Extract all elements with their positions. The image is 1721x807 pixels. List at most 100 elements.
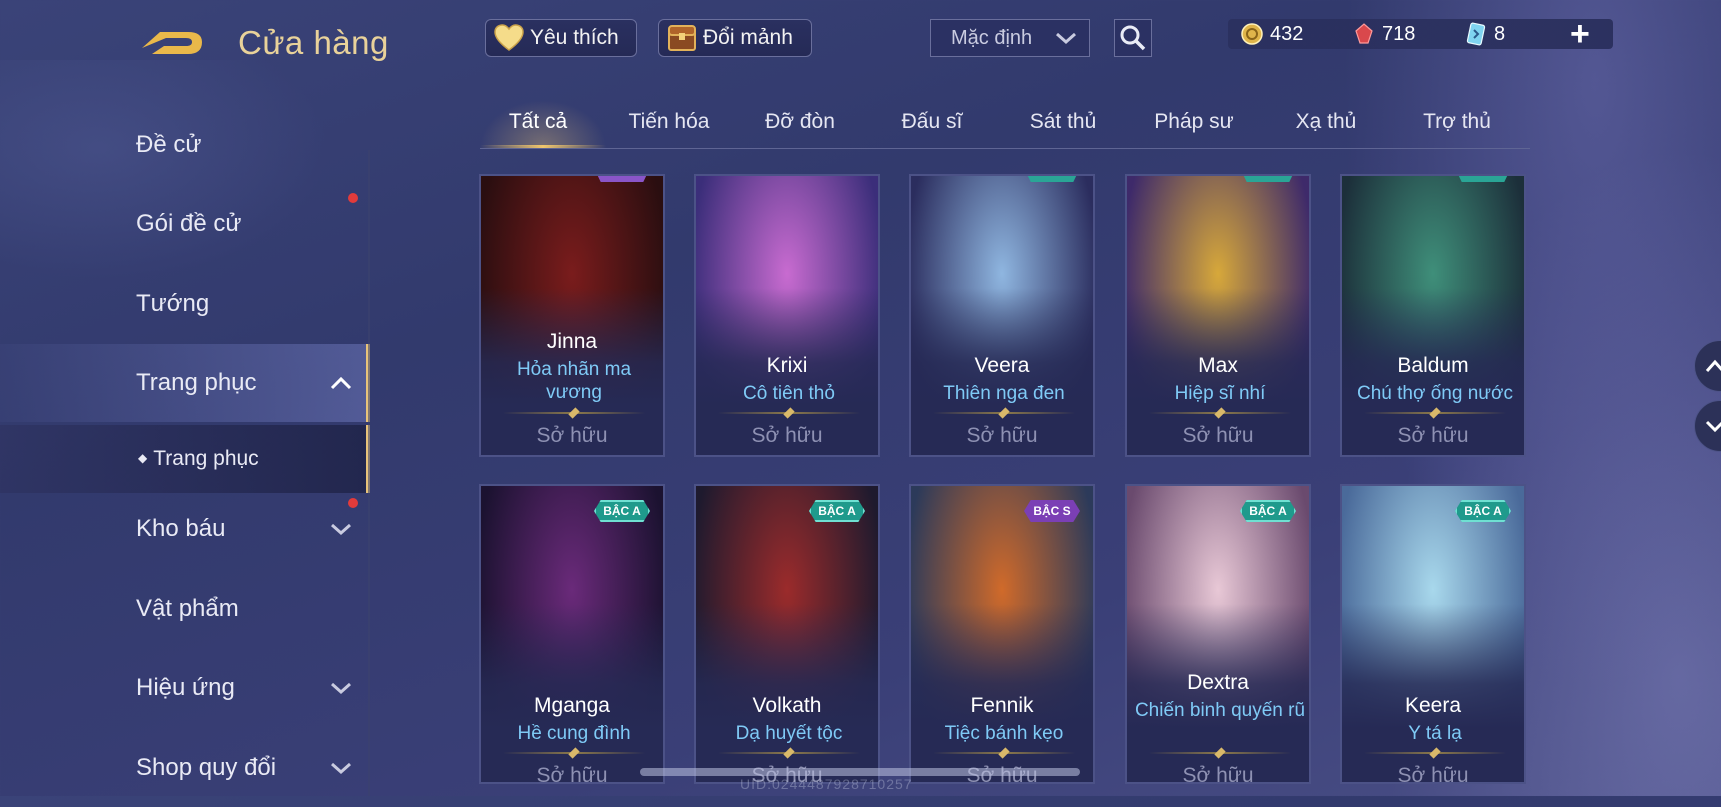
rank-badge-tab [594, 176, 650, 182]
skin-card[interactable]: BẬC A Keera Y tá lạ Sở hữu [1340, 484, 1526, 784]
owned-status: Sở hữu [1397, 764, 1469, 784]
back-button[interactable] [138, 22, 206, 62]
card-divider [718, 407, 860, 419]
tab-evolution[interactable]: Tiến hóa [604, 110, 734, 134]
chevron-down-icon [331, 682, 351, 695]
currency-bar: 432 718 8 [1228, 19, 1613, 49]
sidebar-item-heroes[interactable]: Tướng [0, 265, 370, 343]
skin-card[interactable]: Max Hiệp sĩ nhí Sở hữu [1125, 174, 1311, 457]
horizontal-scrollbar[interactable] [640, 768, 1080, 776]
rank-badge: BẬC S [1024, 500, 1080, 522]
active-tab-indicator [480, 145, 606, 148]
skin-name: Hỏa nhãn ma vương [516, 359, 632, 403]
chevron-down-icon [331, 762, 351, 775]
card-divider [503, 407, 645, 419]
skin-card[interactable]: BẬC A Volkath Dạ huyết tộc Sở hữu [694, 484, 880, 784]
skin-card[interactable]: BẬC S Fennik Tiệc bánh kẹo Sở hữu [909, 484, 1095, 784]
card-divider [933, 407, 1075, 419]
favorite-label: Yêu thích [530, 26, 619, 49]
chevron-up-icon [1705, 359, 1721, 372]
search-button[interactable] [1114, 19, 1152, 57]
sidebar-item-recommended-bundles[interactable]: Gói đề cử [0, 185, 370, 263]
sidebar-item-skins[interactable]: Trang phục [0, 344, 370, 422]
treasure-chest-icon [665, 23, 699, 53]
owned-status: Sở hữu [751, 424, 823, 447]
skin-name: Y tá lạ [1408, 723, 1462, 744]
voucher-amount: 8 [1494, 22, 1506, 45]
plus-icon: + [1570, 15, 1590, 53]
chevron-down-icon [1056, 32, 1076, 45]
heart-icon [492, 23, 526, 53]
sidebar-subitem-skins[interactable]: ◆ Trang phục [0, 425, 370, 493]
skin-card[interactable]: Krixi Cô tiên thỏ Sở hữu [694, 174, 880, 457]
skin-card[interactable]: Jinna Hỏa nhãn ma vương Sở hữu [479, 174, 665, 457]
card-divider [933, 747, 1075, 759]
tab-fighter[interactable]: Đấu sĩ [867, 110, 997, 134]
tab-marksman[interactable]: Xạ thủ [1261, 110, 1391, 134]
tab-all[interactable]: Tất cả [473, 110, 603, 134]
tab-tank[interactable]: Đỡ đòn [735, 110, 865, 134]
tab-assassin[interactable]: Sát thủ [998, 110, 1128, 134]
skin-name: Hiệp sĩ nhí [1174, 383, 1266, 404]
owned-status: Sở hữu [536, 764, 608, 784]
exchange-label: Đổi mảnh [703, 26, 793, 49]
sidebar-item-exchange-shop[interactable]: Shop quy đổi [0, 729, 370, 807]
owned-status: Sở hữu [966, 424, 1038, 447]
chevron-down-icon [331, 523, 351, 536]
card-divider [1149, 747, 1291, 759]
rank-badge: BẬC A [1455, 500, 1511, 522]
voucher-counter: 8 [1464, 19, 1505, 49]
gold-amount: 432 [1270, 22, 1304, 45]
card-divider [1364, 407, 1506, 419]
page-title: Cửa hàng [238, 24, 389, 61]
card-divider [503, 747, 645, 759]
hero-name: Baldum [1397, 354, 1469, 377]
uid-watermark: UID:0244487928710257 [740, 776, 913, 792]
exchange-shards-button[interactable]: Đổi mảnh [658, 19, 812, 57]
rank-badge: BẬC A [1240, 500, 1296, 522]
skin-name: Hề cung đình [517, 723, 631, 744]
tab-mage[interactable]: Pháp sư [1129, 110, 1259, 134]
sidebar-item-label: Tướng [136, 290, 210, 317]
skin-card[interactable]: Baldum Chú thợ ống nước Sở hữu [1340, 174, 1526, 457]
sidebar-item-label: Hiệu ứng [136, 674, 235, 701]
voucher-card-icon [1466, 22, 1486, 46]
skin-name: Cô tiên thỏ [743, 383, 835, 404]
rank-badge-tab [1024, 176, 1080, 182]
hero-name: Keera [1404, 694, 1462, 717]
sidebar-item-effects[interactable]: Hiệu ứng [0, 649, 370, 727]
hero-name: Jinna [546, 330, 598, 353]
gem-counter: 718 [1352, 19, 1415, 49]
hero-name: Mganga [534, 694, 610, 717]
chevron-up-icon [330, 376, 352, 390]
chevron-down-icon [1705, 420, 1721, 433]
hero-name: Dextra [1187, 671, 1249, 694]
skin-card[interactable]: BẬC A Mganga Hề cung đình Sở hữu [479, 484, 665, 784]
hero-name: Veera [974, 354, 1030, 377]
owned-status: Sở hữu [1397, 424, 1469, 447]
sidebar-item-label: Vật phẩm [136, 595, 239, 622]
sidebar-item-treasure[interactable]: Kho báu [0, 490, 370, 568]
back-arrow-icon [142, 32, 202, 54]
add-currency-button[interactable]: + [1570, 15, 1590, 53]
skin-name: Chú thợ ống nước [1357, 383, 1513, 404]
sidebar-item-items[interactable]: Vật phẩm [0, 570, 370, 648]
search-icon [1120, 25, 1146, 51]
hero-name: Max [1198, 354, 1238, 377]
sort-dropdown[interactable]: Mặc định [930, 19, 1090, 57]
owned-status: Sở hữu [536, 424, 608, 447]
sidebar-item-recommended[interactable]: Đề cử [0, 106, 370, 184]
gold-counter: 432 [1240, 19, 1303, 49]
tab-support[interactable]: Trợ thủ [1392, 110, 1522, 134]
sidebar-item-label: Kho báu [136, 515, 226, 542]
skin-card[interactable]: BẬC A Dextra Chiến binh quyến rũ Sở hữu [1125, 484, 1311, 784]
ruby-gem-icon [1355, 23, 1373, 44]
card-divider [718, 747, 860, 759]
skin-card[interactable]: Veera Thiên nga đen Sở hữu [909, 174, 1095, 457]
gold-coin-icon [1241, 23, 1263, 45]
hero-name: Krixi [766, 354, 808, 377]
sidebar-item-label: Gói đề cử [136, 210, 242, 237]
favorite-button[interactable]: Yêu thích [485, 19, 637, 57]
rank-badge: BẬC A [594, 500, 650, 522]
rank-badge: BẬC A [809, 500, 865, 522]
